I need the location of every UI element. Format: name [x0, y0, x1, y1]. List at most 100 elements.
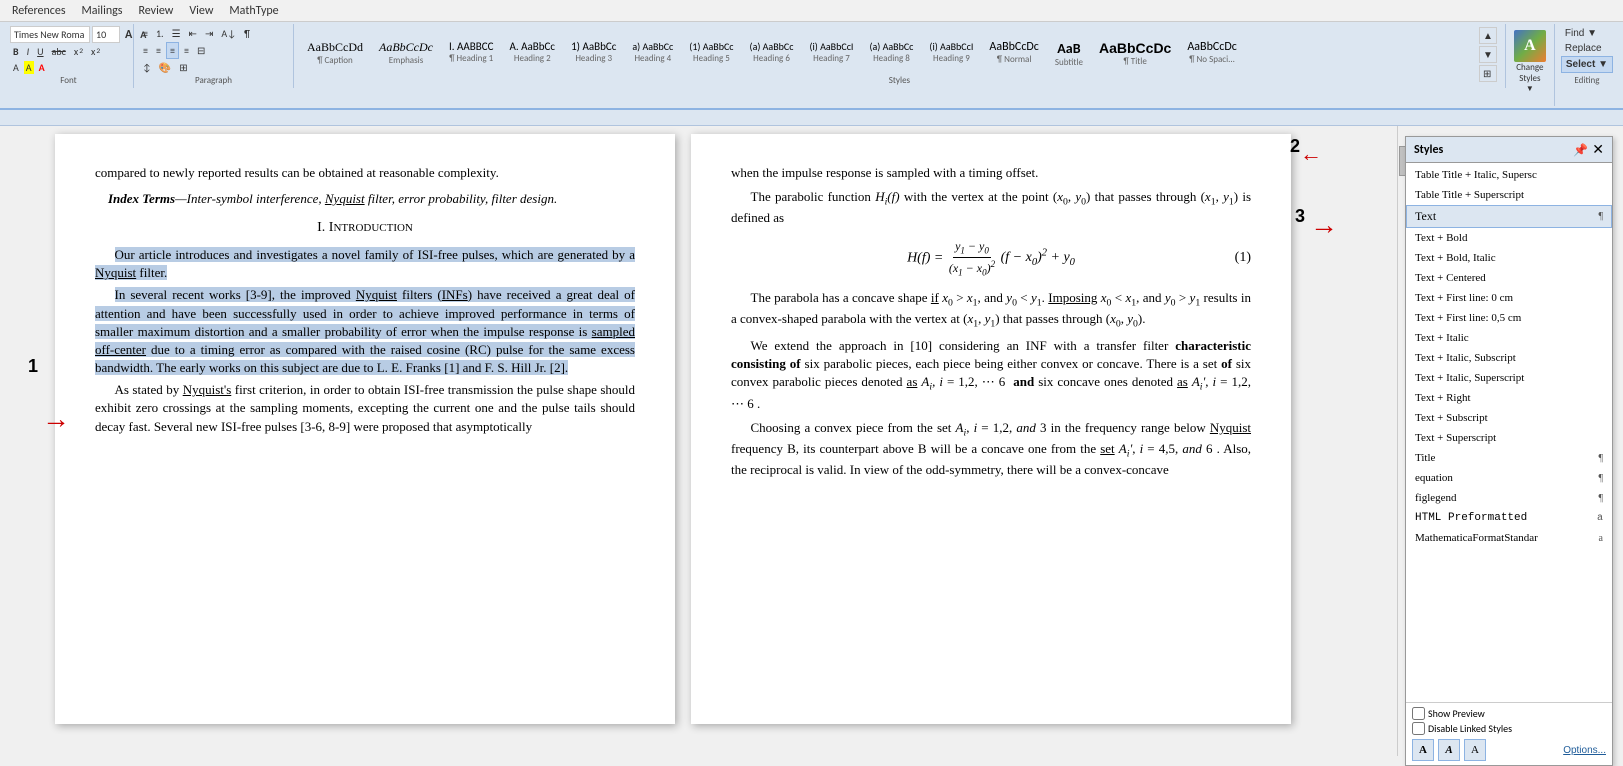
intro-continuation: compared to newly reported results can b…	[95, 164, 635, 182]
font-name-btn[interactable]: Times New Roma	[10, 26, 90, 43]
style-entry-text-superscript[interactable]: Text + Superscript	[1406, 428, 1612, 448]
annotation-arrow-1: →	[42, 404, 70, 436]
underline-btn[interactable]: U	[34, 44, 46, 59]
style-entry-text-right[interactable]: Text + Right	[1406, 388, 1612, 408]
menu-references[interactable]: References	[4, 2, 74, 20]
text-effects-btn[interactable]: A	[10, 60, 22, 75]
index-terms-label: Index Terms	[108, 191, 175, 206]
style-entry-text-centered[interactable]: Text + Centered	[1406, 268, 1612, 288]
styles-scroll-up[interactable]: ▲	[1479, 27, 1497, 44]
show-preview-label[interactable]: Show Preview	[1412, 707, 1606, 720]
annotation-arrow-2: →	[1300, 141, 1322, 167]
column-btn[interactable]: ⊟	[194, 43, 208, 58]
menu-review[interactable]: Review	[130, 2, 181, 20]
formula-1: H(f) = y1 − y0 (x1 − x0)2 (f − x0)2 + y0…	[731, 238, 1251, 279]
strikethrough-btn[interactable]: abc	[49, 44, 69, 59]
borders-btn[interactable]: ⊞	[176, 60, 190, 75]
style-heading8[interactable]: (a) AaBbCc Heading 8	[862, 37, 920, 71]
select-btn[interactable]: Select ▼	[1561, 56, 1613, 73]
styles-panel-title: Styles	[1414, 143, 1443, 157]
style-entry-text-bold-italic[interactable]: Text + Bold, Italic	[1406, 248, 1612, 268]
superscript-btn[interactable]: x2	[88, 44, 103, 59]
highlight-btn[interactable]: A	[24, 61, 34, 74]
numbering-btn[interactable]: 1.	[153, 26, 167, 41]
style-entry-text[interactable]: Text ¶	[1406, 205, 1612, 228]
manage-styles-btn[interactable]: A	[1464, 739, 1486, 761]
style-heading1[interactable]: I. AABBCC ¶ Heading 1	[442, 37, 500, 71]
style-entry-html-preformatted[interactable]: HTML Preformatted a	[1406, 508, 1612, 528]
style-heading5[interactable]: (1) AaBbCc Heading 5	[682, 37, 740, 71]
align-right-btn[interactable]: ≡	[166, 42, 179, 59]
line-spacing-btn[interactable]: ↕	[140, 60, 154, 75]
new-style-btn[interactable]: A	[1412, 739, 1434, 761]
style-heading9[interactable]: (i) AaBbCcI Heading 9	[922, 37, 980, 71]
styles-panel-pin[interactable]: 📌	[1573, 141, 1588, 158]
style-entry-equation[interactable]: equation ¶	[1406, 468, 1612, 488]
right-para3: The parabola has a concave shape if x0 >…	[731, 289, 1251, 331]
style-subtitle[interactable]: AaB Subtitle	[1048, 37, 1090, 71]
bullets-btn[interactable]: ≡	[140, 26, 151, 41]
annotation-number-2: 2	[1290, 136, 1300, 157]
change-styles-btn[interactable]: A ChangeStyles ▼	[1510, 28, 1550, 96]
subscript-btn[interactable]: x2	[71, 44, 86, 59]
disable-linked-checkbox[interactable]	[1412, 722, 1425, 735]
style-entry-text-subscript[interactable]: Text + Subscript	[1406, 408, 1612, 428]
options-btn[interactable]: Options...	[1563, 745, 1606, 756]
style-entry-figlegend[interactable]: figlegend ¶	[1406, 488, 1612, 508]
ruler	[0, 110, 1623, 126]
menu-view[interactable]: View	[181, 2, 221, 20]
disable-linked-label[interactable]: Disable Linked Styles	[1412, 722, 1606, 735]
right-page-wrapper: when the impulse response is sampled wit…	[683, 126, 1299, 756]
multilevel-btn[interactable]: ☰	[169, 26, 184, 41]
footer-checkboxes: Show Preview Disable Linked Styles	[1412, 707, 1606, 735]
align-center-btn[interactable]: ≡	[153, 43, 164, 58]
find-btn[interactable]: Find ▼	[1561, 26, 1613, 41]
style-heading3[interactable]: 1) AaBbCc Heading 3	[564, 37, 623, 71]
styles-scroll-down[interactable]: ▼	[1479, 46, 1497, 63]
right-para1: when the impulse response is sampled wit…	[731, 164, 1251, 182]
style-heading4[interactable]: a) AaBbCc Heading 4	[625, 37, 680, 71]
style-emphasis[interactable]: AaBbCcDc Emphasis	[372, 37, 440, 71]
sort-btn[interactable]: A↓	[218, 26, 239, 41]
style-heading6[interactable]: (a) AaBbCc Heading 6	[743, 37, 801, 71]
left-page-wrapper: compared to newly reported results can b…	[0, 126, 683, 756]
style-entry-text-firstline-05[interactable]: Text + First line: 0,5 cm	[1406, 308, 1612, 328]
show-preview-checkbox[interactable]	[1412, 707, 1425, 720]
style-heading7[interactable]: (i) AaBbCcI Heading 7	[802, 37, 860, 71]
paragraph-group-label: Paragraph	[134, 75, 293, 86]
align-left-btn[interactable]: ≡	[140, 43, 151, 58]
style-entry-text-italic[interactable]: Text + Italic	[1406, 328, 1612, 348]
right-para5: Choosing a convex piece from the set Ai,…	[731, 419, 1251, 480]
style-entry-mathematica[interactable]: MathematicaFormatStandar a	[1406, 528, 1612, 548]
justify-btn[interactable]: ≡	[181, 43, 192, 58]
intro-para2: In several recent works [3-9], the impro…	[95, 286, 635, 377]
font-size-btn[interactable]: 10	[92, 26, 120, 43]
italic-btn[interactable]: I	[24, 44, 33, 59]
style-entry-table-title-superscript[interactable]: Table Title + Superscript	[1406, 185, 1612, 205]
index-terms-content: —Inter-symbol interference, Nyquist filt…	[175, 191, 557, 206]
style-heading2[interactable]: A. AaBbCc Heading 2	[502, 37, 562, 71]
bold-btn[interactable]: B	[10, 44, 22, 59]
styles-panel-close-btn[interactable]: ✕	[1592, 141, 1604, 158]
style-entry-text-firstline-0[interactable]: Text + First line: 0 cm	[1406, 288, 1612, 308]
font-color-btn[interactable]: A	[36, 60, 48, 75]
annotation-number-3: 3	[1295, 206, 1305, 227]
increase-indent-btn[interactable]: ⇥	[202, 26, 216, 41]
show-marks-btn[interactable]: ¶	[241, 26, 253, 41]
style-entry-title[interactable]: Title ¶	[1406, 448, 1612, 468]
style-normal[interactable]: AaBbCcDc ¶ Normal	[982, 37, 1045, 71]
shading-btn[interactable]: 🎨	[156, 60, 174, 75]
style-entry-text-italic-subscript[interactable]: Text + Italic, Subscript	[1406, 348, 1612, 368]
styles-list: Table Title + Italic, Supersc Table Titl…	[1406, 163, 1612, 702]
replace-btn[interactable]: Replace	[1561, 41, 1613, 56]
style-nospacing[interactable]: AaBbCcDc ¶ No Spaci...	[1180, 37, 1243, 71]
style-entry-text-italic-superscript[interactable]: Text + Italic, Superscript	[1406, 368, 1612, 388]
menu-mailings[interactable]: Mailings	[74, 2, 131, 20]
inspect-style-btn[interactable]: A	[1438, 739, 1460, 761]
decrease-indent-btn[interactable]: ⇤	[186, 26, 200, 41]
style-caption[interactable]: AaBbCcDd ¶ Caption	[300, 37, 370, 71]
menu-mathtype[interactable]: MathType	[221, 2, 286, 20]
style-entry-table-title-italic[interactable]: Table Title + Italic, Supersc	[1406, 165, 1612, 185]
style-entry-text-bold[interactable]: Text + Bold	[1406, 228, 1612, 248]
style-title[interactable]: AaBbCcDc ¶ Title	[1092, 37, 1178, 71]
